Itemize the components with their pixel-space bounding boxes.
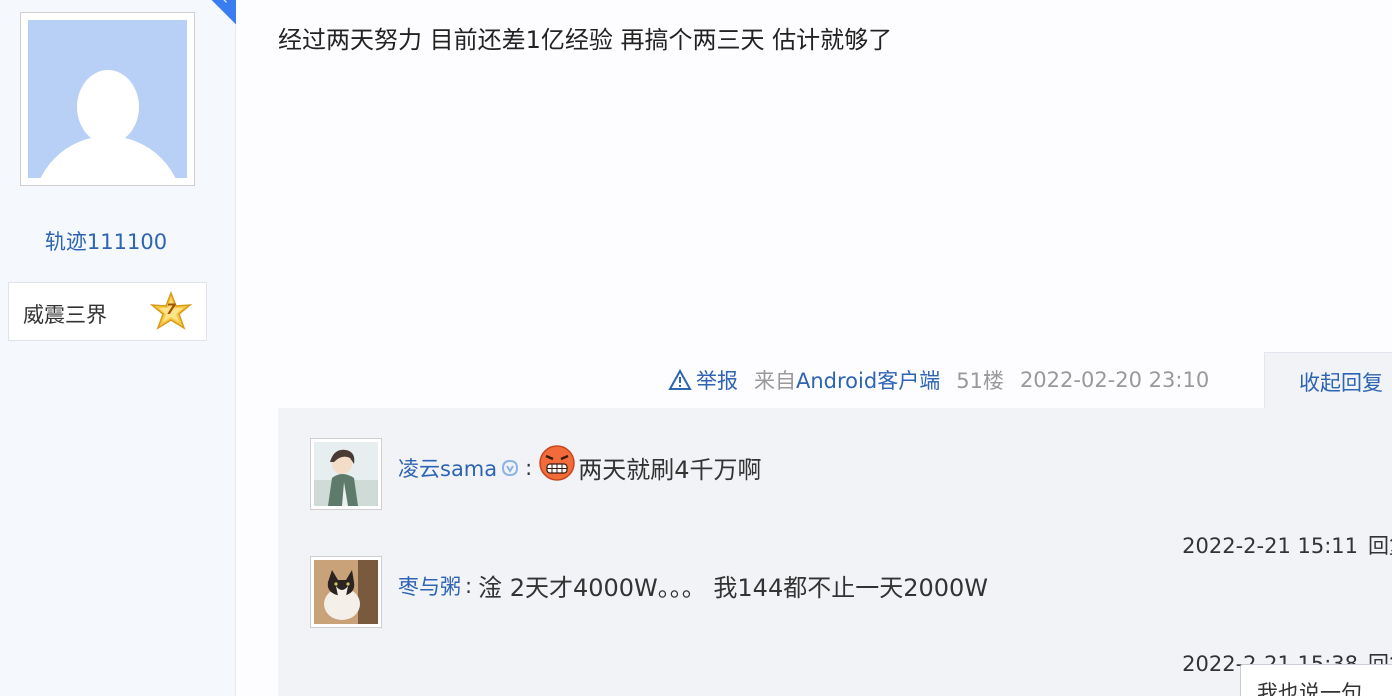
reply-content: 淦 2天才4000W。。。 我144都不止一天2000W xyxy=(478,574,989,602)
level-number: 7 xyxy=(166,302,176,318)
post-time: 2022-02-20 23:10 xyxy=(1019,368,1210,392)
default-avatar-icon xyxy=(28,20,187,178)
level-title: 威震三界 xyxy=(23,303,107,327)
reply-item: 凌云sama : 两天就刷4千万啊 2022-2-21 15:11 回复 xyxy=(310,438,1392,558)
angry-emoji-icon xyxy=(539,444,575,481)
post-meta-bar: 举报 来自 Android客户端 51楼 2022-02-20 23:10 xyxy=(668,364,1209,396)
reply-text: 凌云sama : 两天就刷4千万啊 xyxy=(398,444,762,485)
level-badge-box[interactable]: 威震三界 7 xyxy=(8,282,207,341)
author-avatar[interactable] xyxy=(20,12,195,186)
level-star-icon: 7 xyxy=(149,290,193,335)
reply-username-link[interactable]: 枣与粥 xyxy=(398,571,461,601)
reply-colon: : xyxy=(525,455,533,480)
reply-time: 2022-2-21 15:11 xyxy=(1182,534,1358,558)
post-main: 经过两天努力 目前还差1亿经验 再搞个两三天 估计就够了 举报 来自 Andro… xyxy=(236,0,1392,696)
reply-username-link[interactable]: 凌云sama xyxy=(398,453,497,483)
reply-content: 两天就刷4千万啊 xyxy=(578,456,762,484)
reply-text: 枣与粥 : 淦 2天才4000W。。。 我144都不止一天2000W xyxy=(398,568,988,603)
collapse-replies-button[interactable]: 收起回复 xyxy=(1264,352,1392,409)
floor-number: 51楼 xyxy=(956,369,1004,393)
post-content: 经过两天努力 目前还差1亿经验 再搞个两三天 估计就够了 xyxy=(278,26,893,54)
vip-icon xyxy=(502,459,519,476)
reply-button[interactable]: 回复 xyxy=(1368,534,1392,558)
post-from-prefix: 来自 xyxy=(754,369,796,393)
author-name-link[interactable]: 轨迹111100 xyxy=(0,226,212,256)
reply-item: 枣与粥 : 淦 2天才4000W。。。 我144都不止一天2000W 2022-… xyxy=(310,556,1392,676)
report-link[interactable]: 举报 xyxy=(668,365,738,395)
reply-avatar[interactable] xyxy=(310,438,382,510)
add-comment-button[interactable]: 我也说一句 xyxy=(1240,664,1392,696)
reply-colon: : xyxy=(465,573,473,598)
reply-list: 凌云sama : 两天就刷4千万啊 2022-2-21 15:11 回复 xyxy=(278,408,1392,696)
cat-avatar-icon xyxy=(314,560,378,624)
report-warning-icon xyxy=(668,369,692,390)
author-sidebar: 主 轨迹111100 威震三界 7 xyxy=(0,0,259,696)
reply-avatar[interactable] xyxy=(310,556,382,628)
report-label: 举报 xyxy=(696,369,738,393)
anime-avatar-icon xyxy=(314,442,378,506)
client-link[interactable]: Android客户端 xyxy=(796,365,940,395)
